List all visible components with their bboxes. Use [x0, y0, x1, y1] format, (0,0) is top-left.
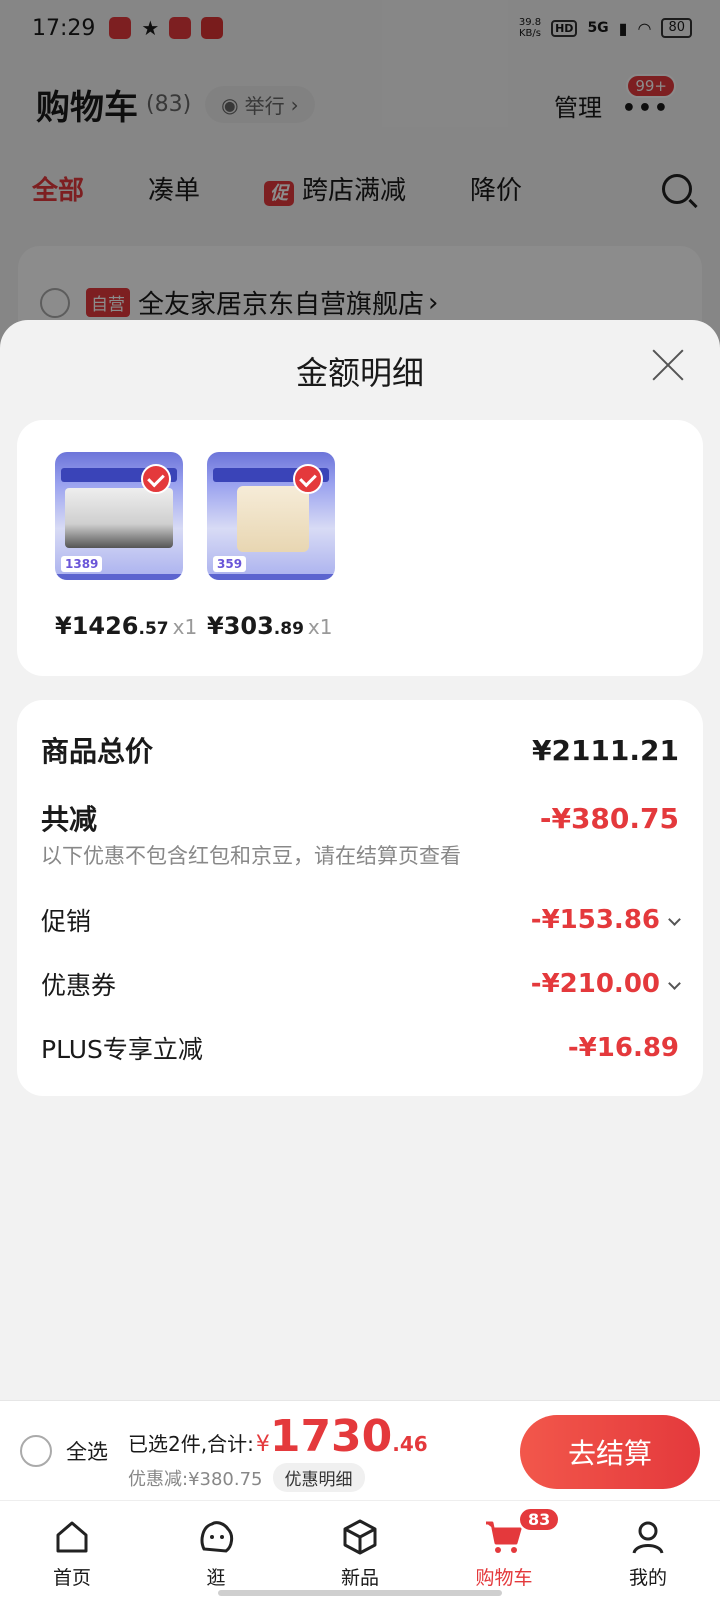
price-integer: ¥303	[207, 612, 274, 640]
check-icon	[293, 464, 323, 494]
select-all-label: 全选	[66, 1440, 108, 1464]
mattress-image	[65, 488, 173, 548]
total-decimal: .46	[392, 1432, 428, 1456]
bottom-tab-bar: 首页 逛 新品 购物车 83 我的	[0, 1500, 720, 1600]
home-indicator	[218, 1590, 502, 1596]
thumb-strip	[207, 574, 335, 580]
discount-note: 以下优惠不包含红包和京豆，请在结算页查看	[41, 844, 461, 868]
total-reduce-value: -¥380.75	[539, 801, 679, 835]
chevron-down-icon	[668, 977, 681, 990]
discount-line: 优惠减:¥380.75 优惠明细	[128, 1463, 365, 1492]
promotion-value: -¥153.86	[530, 905, 681, 935]
nav-cart[interactable]: 购物车 83	[432, 1501, 576, 1600]
select-all-radio[interactable]	[20, 1435, 52, 1467]
product-quantity: x1	[307, 615, 333, 639]
product-item[interactable]: 359 ¥303.89 x1	[207, 452, 337, 640]
new-products-icon	[343, 1519, 377, 1555]
coupon-row[interactable]: 优惠券 -¥210.00	[41, 966, 681, 1002]
products-card: 1389 ¥1426.57 x1 359 ¥303.89 x1	[17, 420, 703, 676]
nav-profile[interactable]: 我的	[576, 1501, 720, 1600]
discount-detail-button[interactable]: 优惠明细	[272, 1463, 365, 1492]
nav-browse[interactable]: 逛	[144, 1501, 288, 1600]
thumb-strip	[55, 574, 183, 580]
profile-icon	[632, 1521, 664, 1554]
thumb-price: 1389	[61, 556, 103, 572]
total-price-label: 商品总价	[41, 735, 154, 768]
nav-profile-label: 我的	[628, 1567, 667, 1589]
plus-discount-value: -¥16.89	[567, 1033, 679, 1063]
total-summary: 已选2件,合计: ¥ 1730 .46	[128, 1411, 428, 1462]
close-icon[interactable]	[650, 346, 686, 382]
nav-home[interactable]: 首页	[0, 1501, 144, 1600]
product-thumbnail: 1389	[55, 452, 183, 580]
select-all[interactable]: 全选	[20, 1435, 108, 1467]
checkout-button[interactable]: 去结算	[520, 1415, 700, 1489]
total-price-row: 商品总价 ¥2111.21	[41, 730, 679, 770]
cart-badge: 83	[518, 1507, 561, 1532]
nightstand-image	[237, 486, 309, 552]
price-integer: ¥1426	[55, 612, 139, 640]
product-price: ¥303.89 x1	[207, 612, 337, 640]
product-quantity: x1	[172, 615, 198, 639]
product-item[interactable]: 1389 ¥1426.57 x1	[55, 452, 197, 640]
price-summary-card: 商品总价 ¥2111.21 共减 -¥380.75 以下优惠不包含红包和京豆，请…	[17, 700, 703, 1096]
nav-browse-label: 逛	[206, 1567, 226, 1589]
total-integer: 1730	[269, 1411, 393, 1462]
plus-discount-label: PLUS专享立减	[41, 1035, 203, 1064]
nav-new-products[interactable]: 新品	[288, 1501, 432, 1600]
nav-home-label: 首页	[52, 1567, 91, 1589]
plus-discount-row: PLUS专享立减 -¥16.89	[41, 1030, 679, 1066]
total-price-value: ¥2111.21	[531, 733, 679, 767]
promotion-row[interactable]: 促销 -¥153.86	[41, 902, 681, 938]
selected-count-label: 已选2件,合计:	[128, 1432, 254, 1456]
check-icon	[141, 464, 171, 494]
checkout-bar: 全选 已选2件,合计: ¥ 1730 .46 优惠减:¥380.75 优惠明细 …	[0, 1400, 720, 1500]
promotion-label: 促销	[41, 907, 92, 936]
total-reduce-row: 共减 -¥380.75	[41, 798, 679, 838]
total-currency: ¥	[255, 1432, 270, 1457]
total-reduce-label: 共减	[41, 803, 98, 836]
coupon-amount: -¥210.00	[530, 969, 660, 999]
discount-amount: 优惠减:¥380.75	[128, 1468, 263, 1490]
thumb-price: 359	[213, 556, 247, 572]
coupon-label: 优惠券	[41, 971, 117, 1000]
price-decimal: .89	[273, 619, 304, 639]
sheet-title: 金额明细	[295, 354, 424, 392]
promotion-amount: -¥153.86	[530, 905, 660, 935]
price-decimal: .57	[138, 619, 169, 639]
product-thumbnail: 359	[207, 452, 335, 580]
nav-cart-label: 购物车	[475, 1567, 533, 1589]
coupon-value: -¥210.00	[530, 969, 681, 999]
browse-icon	[200, 1521, 234, 1553]
product-price: ¥1426.57 x1	[55, 612, 197, 640]
nav-new-products-label: 新品	[340, 1567, 379, 1589]
home-icon	[56, 1521, 88, 1553]
chevron-down-icon	[668, 913, 681, 926]
